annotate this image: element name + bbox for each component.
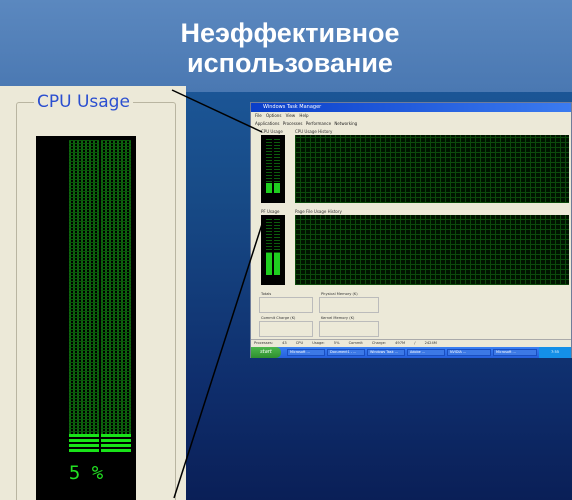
cpu-history-graph (295, 135, 569, 203)
kernel-memory-group (319, 321, 379, 337)
pf-history-label: Page File Usage History (295, 209, 342, 214)
commit-charge-group (259, 321, 313, 337)
cpu-usage-mini-label: CPU Usage (261, 129, 283, 134)
meter-column-left (69, 140, 99, 440)
cpu-usage-legend: CPU Usage (34, 92, 133, 112)
taskbar-item[interactable]: Adobe ... (407, 349, 445, 356)
taskbar-item[interactable]: Microsoft ... (493, 349, 537, 356)
mini-meter-fill-left (266, 183, 272, 193)
task-manager-screenshot: Windows Task Manager File Options View H… (250, 102, 572, 358)
pf-usage-label: PF Usage (261, 209, 280, 214)
slide-title-line2: использование (187, 48, 393, 78)
system-tray-clock[interactable]: 7:55 (539, 347, 571, 358)
taskbar-item[interactable]: Microsoft ... (287, 349, 325, 356)
taskbar-item[interactable]: Document1 - ... (327, 349, 365, 356)
cpu-usage-percent: 5 % (68, 462, 104, 484)
meter-column-right (101, 140, 131, 440)
taskbar-item[interactable]: NVIDIA ... (447, 349, 491, 356)
meter-fill-right (101, 434, 131, 452)
task-manager-titlebar: Windows Task Manager (251, 103, 571, 112)
slide-title-line1: Неэффективное (180, 18, 400, 48)
start-button[interactable]: start (251, 347, 281, 358)
pf-usage-mini-meter (261, 215, 285, 285)
cpu-usage-meter: 5 % (36, 136, 136, 500)
physical-memory-group (319, 297, 379, 313)
mini-meter-fill-right (274, 183, 280, 193)
meter-fill-left (69, 434, 99, 452)
totals-group (259, 297, 313, 313)
task-manager-status-bar: Processes: 43 CPU Usage: 5% Commit Charg… (251, 339, 571, 347)
cpu-history-label: CPU Usage History (295, 129, 333, 134)
cpu-usage-zoom-panel: CPU Usage 5 % (0, 86, 186, 500)
task-manager-tabs: Applications Processes Performance Netwo… (255, 121, 358, 126)
windows-taskbar: start Microsoft ... Document1 - ... Wind… (251, 347, 571, 358)
pf-history-graph (295, 215, 569, 285)
slide-title: Неэффективное использование (60, 18, 520, 78)
pf-meter-fill-left (266, 253, 272, 275)
task-manager-title: Windows Task Manager (263, 104, 322, 110)
pf-meter-fill-right (274, 253, 280, 275)
taskbar-item[interactable]: Windows Task ... (367, 349, 405, 356)
task-manager-menu: File Options View Help (255, 113, 309, 118)
cpu-usage-mini-meter (261, 135, 285, 203)
